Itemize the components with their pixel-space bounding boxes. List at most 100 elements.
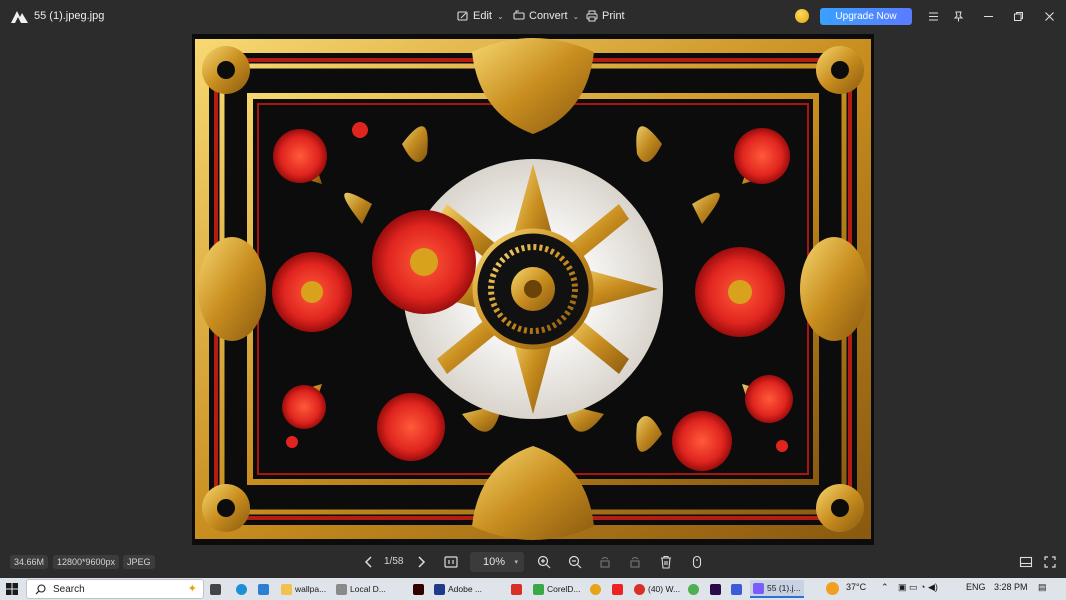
opera-icon (634, 583, 645, 595)
minimize-icon (983, 15, 993, 17)
taskbar-app-wps[interactable] (511, 580, 522, 598)
chevron-down-icon: ▾ (514, 559, 518, 566)
rotate-left-icon (600, 557, 610, 568)
rotate-left-button[interactable] (596, 553, 614, 571)
minimize-button[interactable] (980, 8, 996, 24)
zoom-level-select[interactable]: 10% ▾ (470, 552, 524, 572)
video-icon (612, 583, 623, 595)
photoshop-icon (434, 583, 445, 595)
zoom-out-icon (568, 555, 582, 569)
drive-icon (336, 583, 347, 595)
taskbar-app-adobe[interactable]: Adobe ... (434, 580, 482, 598)
delete-button[interactable] (657, 553, 675, 571)
restore-button[interactable] (1010, 8, 1026, 24)
taskbar-app-label: CorelD... (547, 584, 581, 594)
taskbar-app-opera[interactable]: (40) W... (634, 580, 680, 598)
thumbnail-icon (1019, 556, 1033, 568)
edit-menu[interactable]: Edit ⌄ (457, 8, 504, 24)
search-icon (35, 584, 46, 595)
thumbnail-panel-button[interactable] (1017, 553, 1035, 571)
weather-sun-icon (826, 582, 839, 595)
convert-icon (513, 10, 525, 20)
weather-temperature: 37°C (846, 582, 867, 592)
menu-icon (928, 11, 938, 21)
taskbar-app-local-disk[interactable]: Local D... (336, 580, 386, 598)
image-canvas[interactable] (192, 34, 874, 545)
chevron-down-icon: ⌄ (572, 11, 580, 21)
edit-icon (457, 11, 468, 21)
taskbar-app-current-image[interactable]: 55 (1).j... (750, 580, 804, 598)
windows-start-icon[interactable] (6, 583, 18, 595)
taskbar-app-illustrator[interactable] (413, 580, 424, 598)
taskbar-app-label: Local D... (350, 584, 386, 594)
app-icon (688, 583, 699, 595)
system-tray-icons[interactable]: ▣ ▭ ◔ ◀) (898, 582, 938, 593)
taskbar-search-box[interactable]: Search ✦ (26, 579, 204, 599)
zoom-in-button[interactable] (535, 553, 553, 571)
taskbar-app-label: wallpa... (295, 584, 327, 594)
mouse-mode-button[interactable] (688, 553, 706, 571)
taskbar-app-label: 55 (1).j... (767, 583, 801, 593)
upgrade-now-button[interactable]: Upgrade Now (820, 8, 912, 25)
language-indicator[interactable]: ENG (966, 582, 986, 592)
taskbar-app-chrome[interactable] (590, 580, 601, 598)
coreldraw-icon (533, 583, 544, 595)
edge-button[interactable] (236, 580, 247, 598)
mail-icon (258, 583, 269, 595)
close-button[interactable] (1041, 8, 1057, 24)
app-logo-icon (11, 11, 28, 23)
page-indicator: 1/58 (384, 556, 404, 567)
pin-icon (953, 11, 963, 21)
previous-image-button[interactable] (360, 553, 378, 571)
zoom-in-icon (537, 555, 551, 569)
taskbar-app-wallpaper[interactable]: wallpa... (281, 580, 326, 598)
fit-window-icon (444, 556, 458, 568)
convert-menu[interactable]: Convert ⌄ (513, 8, 579, 24)
file-size-badge: 34.66M (10, 555, 49, 569)
edge-icon (236, 583, 247, 595)
ornate-floral-frame-image (192, 34, 874, 545)
windows-taskbar: Search ✦ wallpa... Local D... Adobe ... … (0, 578, 1066, 600)
trash-icon (661, 555, 671, 569)
task-view-icon (210, 583, 221, 595)
pin-button[interactable] (950, 8, 966, 24)
image-viewer-icon (753, 582, 764, 594)
file-name: 55 (1).jpeg.jpg (34, 10, 105, 22)
taskbar-app-premiere[interactable] (710, 580, 721, 598)
mail-button[interactable] (258, 580, 269, 598)
restore-icon (1013, 11, 1023, 21)
edit-menu-label: Edit (473, 10, 492, 22)
chevron-up-icon[interactable]: ⌃ (881, 582, 889, 593)
fullscreen-button[interactable] (1041, 553, 1059, 571)
next-image-button[interactable] (412, 553, 430, 571)
taskbar-app-label: (40) W... (648, 584, 681, 594)
task-view-button[interactable] (210, 580, 221, 598)
fullscreen-icon (1044, 556, 1056, 568)
clock-time[interactable]: 3:28 PM (994, 582, 1028, 592)
title-bar: 55 (1).jpeg.jpg Edit ⌄ Convert ⌄ Print U… (0, 0, 1066, 33)
print-button[interactable]: Print (586, 8, 625, 24)
rotate-right-icon (630, 557, 640, 568)
chevron-down-icon: ⌄ (496, 11, 504, 21)
illustrator-icon (413, 583, 424, 595)
taskbar-app-label: Adobe ... (448, 584, 483, 594)
printer-icon (586, 10, 598, 22)
fit-to-window-button[interactable] (442, 553, 460, 571)
hamburger-menu-button[interactable] (925, 8, 941, 24)
search-label: Search (53, 583, 85, 595)
zoom-out-button[interactable] (566, 553, 584, 571)
folder-icon (281, 583, 292, 595)
taskbar-app-coreldraw[interactable]: CorelD... (533, 580, 581, 598)
taskbar-app-video[interactable] (612, 580, 623, 598)
coin-icon[interactable] (795, 9, 809, 23)
image-viewer-window: 55 (1).jpeg.jpg Edit ⌄ Convert ⌄ Print U… (0, 0, 1066, 578)
taskbar-app-green[interactable] (688, 580, 699, 598)
taskbar-app-viewer[interactable] (731, 580, 742, 598)
sparkle-icon: ✦ (187, 583, 197, 595)
notification-icon[interactable]: ▤ (1038, 582, 1047, 593)
zoom-level-value: 10% (483, 556, 506, 568)
bottom-toolbar: 34.66M 12800*9600px JPEG 1/58 10% ▾ (0, 548, 1066, 576)
format-badge: JPEG (123, 555, 155, 569)
chrome-icon (590, 583, 601, 595)
rotate-right-button[interactable] (626, 553, 644, 571)
